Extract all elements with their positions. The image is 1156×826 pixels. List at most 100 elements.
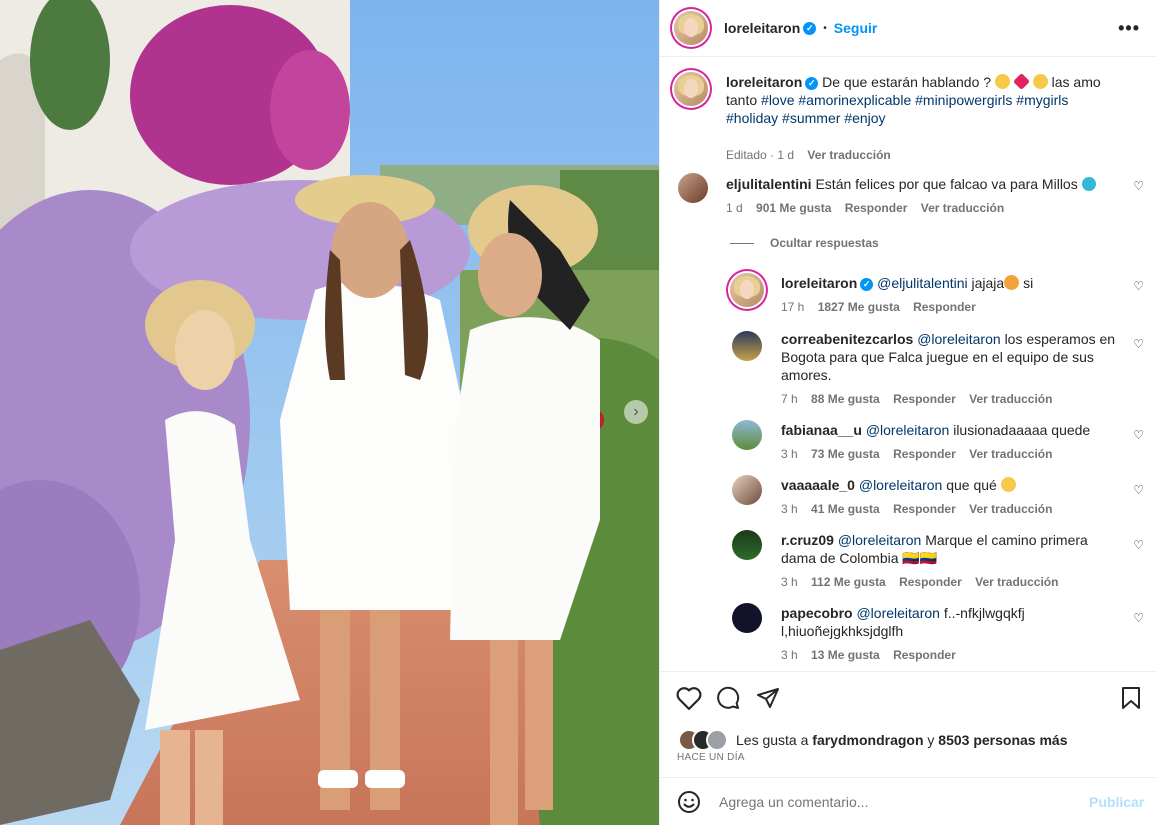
comment-body: Están felices por que falcao va para Mil… — [815, 176, 1078, 192]
reply-username[interactable]: r.cruz09 — [781, 532, 834, 548]
reply-avatar[interactable] — [730, 273, 764, 307]
hashtag[interactable]: #mygirls — [1016, 92, 1068, 108]
like-comment-icon[interactable]: ♡ — [1133, 483, 1144, 497]
reply-likes[interactable]: 1827 Me gusta — [818, 300, 900, 314]
reply-likes[interactable]: 41 Me gusta — [811, 502, 880, 516]
hide-replies-label[interactable]: Ocultar respuestas — [770, 236, 879, 250]
comment-icon[interactable] — [716, 686, 740, 710]
reply-avatar[interactable] — [732, 420, 762, 450]
reply-button[interactable]: Responder — [899, 575, 962, 589]
reply-likes[interactable]: 73 Me gusta — [811, 447, 880, 461]
reply-meta: 7 h 88 Me gusta Responder Ver traducción — [781, 392, 1052, 406]
caption-body: De que estarán hablando ? — [822, 74, 992, 90]
hashtag[interactable]: #holiday — [726, 110, 778, 126]
reply-username[interactable]: papecobro — [781, 605, 853, 621]
reply-likes[interactable]: 112 Me gusta — [811, 575, 886, 589]
reply-time: 7 h — [781, 392, 798, 406]
caption-text: loreleitaron ✓ De que estarán hablando ? … — [726, 73, 1106, 127]
comment-time: 1 d — [726, 201, 743, 215]
author-username[interactable]: loreleitaron — [724, 20, 800, 36]
caption-avatar[interactable] — [674, 72, 708, 106]
post-date: HACE UN DÍA — [677, 752, 745, 763]
reply-time: 3 h — [781, 447, 798, 461]
like-comment-icon[interactable]: ♡ — [1133, 337, 1144, 351]
see-translation-link[interactable]: Ver traducción — [921, 201, 1004, 215]
reply-username[interactable]: correabenitezcarlos — [781, 331, 913, 347]
reply-avatar[interactable] — [732, 603, 762, 633]
reply-button[interactable]: Responder — [893, 502, 956, 516]
likes-joiner: y — [927, 732, 935, 748]
publish-button[interactable]: Publicar — [1089, 794, 1144, 810]
like-comment-icon[interactable]: ♡ — [1133, 611, 1144, 625]
post-side-panel: loreleitaron ✓ • Seguir ••• loreleitaron… — [659, 0, 1156, 825]
reply-time: 3 h — [781, 502, 798, 516]
mention[interactable]: @loreleitaron — [917, 331, 1000, 347]
edited-label: Editado · 1 d — [726, 148, 795, 162]
emoji-picker-icon[interactable] — [677, 790, 701, 814]
comment-text: eljulitalentini Están felices por que fa… — [726, 175, 1106, 193]
mention[interactable]: @loreleitaron — [856, 605, 939, 621]
reply-text: correabenitezcarlos @loreleitaron los es… — [781, 330, 1121, 384]
liker-username[interactable]: farydmondragon — [812, 732, 923, 748]
mention[interactable]: @loreleitaron — [866, 422, 949, 438]
reply-body: que qué — [946, 477, 997, 493]
reply-button[interactable]: Responder — [845, 201, 908, 215]
verified-icon: ✓ — [805, 76, 819, 90]
follow-button[interactable]: Seguir — [834, 20, 878, 36]
like-comment-icon[interactable]: ♡ — [1133, 179, 1144, 193]
comment-username[interactable]: eljulitalentini — [726, 176, 812, 192]
reply-likes[interactable]: 88 Me gusta — [811, 392, 880, 406]
liker-avatar[interactable] — [706, 729, 728, 751]
comment-likes[interactable]: 901 Me gusta — [756, 201, 831, 215]
see-translation-link[interactable]: Ver traducción — [975, 575, 1058, 589]
like-comment-icon[interactable]: ♡ — [1133, 428, 1144, 442]
hashtag[interactable]: #love — [761, 92, 794, 108]
reply-button[interactable]: Responder — [913, 300, 976, 314]
mention[interactable]: @loreleitaron — [859, 477, 942, 493]
save-icon[interactable] — [1120, 686, 1142, 710]
commenter-avatar[interactable] — [678, 173, 708, 203]
hashtag[interactable]: #minipowergirls — [915, 92, 1012, 108]
reply-username[interactable]: loreleitaron — [781, 275, 857, 291]
author-avatar[interactable] — [674, 11, 708, 45]
see-translation-link[interactable]: Ver traducción — [807, 148, 890, 162]
hashtag[interactable]: #summer — [782, 110, 840, 126]
like-comment-icon[interactable]: ♡ — [1133, 538, 1144, 552]
post-header: loreleitaron ✓ • Seguir ••• — [660, 0, 1156, 57]
comments-list: loreleitaron ✓ De que estarán hablando ? … — [660, 58, 1156, 670]
mention[interactable]: @loreleitaron — [838, 532, 921, 548]
reply-time: 3 h — [781, 648, 798, 662]
reply-username[interactable]: vaaaaale_0 — [781, 477, 855, 493]
reply-text: fabianaa__u @loreleitaron ilusionadaaaaa… — [781, 421, 1121, 439]
see-translation-link[interactable]: Ver traducción — [969, 447, 1052, 461]
see-translation-link[interactable]: Ver traducción — [969, 392, 1052, 406]
like-comment-icon[interactable]: ♡ — [1133, 279, 1144, 293]
comment-input[interactable] — [717, 793, 1081, 811]
see-translation-link[interactable]: Ver traducción — [969, 502, 1052, 516]
verified-icon: ✓ — [860, 277, 874, 291]
like-icon[interactable] — [676, 686, 702, 710]
mention[interactable]: @eljulitalentini — [877, 275, 967, 291]
next-photo-button[interactable]: › — [624, 400, 648, 424]
hide-replies[interactable]: Ocultar respuestas — [730, 236, 879, 250]
reply-avatar[interactable] — [732, 475, 762, 505]
more-options-icon[interactable]: ••• — [1118, 18, 1140, 39]
heart-emoji-icon — [1012, 73, 1030, 90]
reply-button[interactable]: Responder — [893, 392, 956, 406]
reply-text: papecobro @loreleitaron f..-nfkjlwgqkfjl… — [781, 604, 1031, 640]
caption-meta: Editado · 1 d Ver traducción — [726, 148, 891, 162]
reply-button[interactable]: Responder — [893, 648, 956, 662]
add-comment-bar: Publicar — [660, 777, 1156, 826]
reply-time: 3 h — [781, 575, 798, 589]
caption-username[interactable]: loreleitaron — [726, 74, 802, 90]
share-icon[interactable] — [756, 686, 780, 710]
reply-avatar[interactable] — [732, 530, 762, 560]
reply-username[interactable]: fabianaa__u — [781, 422, 862, 438]
hashtag[interactable]: #amorinexplicable — [798, 92, 911, 108]
reply-likes[interactable]: 13 Me gusta — [811, 648, 880, 662]
reply-avatar[interactable] — [732, 331, 762, 361]
heart-eyes-emoji-icon — [1004, 275, 1020, 290]
likes-count[interactable]: 8503 personas más — [938, 732, 1067, 748]
reply-button[interactable]: Responder — [893, 447, 956, 461]
hashtag[interactable]: #enjoy — [844, 110, 885, 126]
